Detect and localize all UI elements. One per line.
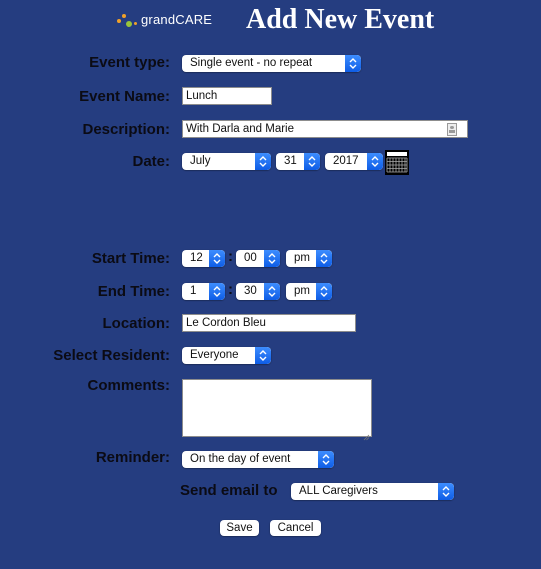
- start-minute-select[interactable]: 00: [236, 250, 280, 267]
- logo-dot: [122, 14, 126, 18]
- reminder-value: On the day of event: [190, 453, 291, 465]
- send-email-select[interactable]: ALL Caregivers: [291, 483, 454, 500]
- year-value: 2017: [333, 155, 359, 167]
- end-ampm-value: pm: [294, 285, 310, 297]
- chevron-updown-icon: [316, 250, 332, 267]
- time-separator: :: [228, 248, 233, 265]
- send-email-label: Send email to: [180, 482, 278, 499]
- logo-text: grandCARE: [141, 12, 212, 27]
- time-separator: :: [228, 281, 233, 298]
- description-input[interactable]: With Darla and Marie: [182, 120, 468, 138]
- resize-handle-icon[interactable]: [363, 428, 370, 441]
- select-resident-label: Select Resident:: [53, 347, 170, 364]
- chevron-updown-icon: [255, 347, 271, 364]
- location-label: Location:: [102, 315, 171, 332]
- comments-textarea[interactable]: [182, 379, 372, 441]
- calendar-icon[interactable]: [385, 150, 409, 175]
- chevron-updown-icon: [316, 283, 332, 300]
- start-ampm-value: pm: [294, 252, 310, 264]
- send-email-value: ALL Caregivers: [299, 485, 378, 497]
- logo-dot: [126, 21, 132, 27]
- save-button[interactable]: Save: [220, 520, 259, 536]
- chevron-updown-icon: [345, 55, 361, 72]
- end-hour-select[interactable]: 1: [182, 283, 225, 300]
- reminder-select[interactable]: On the day of event: [182, 451, 334, 468]
- end-minute-value: 30: [244, 285, 257, 297]
- logo-prefix: grand: [141, 12, 176, 27]
- chevron-updown-icon: [367, 153, 383, 170]
- chevron-updown-icon: [304, 153, 320, 170]
- event-name-label: Event Name:: [79, 88, 170, 105]
- year-select[interactable]: 2017: [325, 153, 383, 170]
- description-value: With Darla and Marie: [186, 123, 295, 135]
- event-type-select[interactable]: Single event - no repeat: [182, 55, 361, 72]
- date-label: Date:: [132, 153, 170, 170]
- logo-dot: [117, 19, 121, 23]
- chevron-updown-icon: [438, 483, 454, 500]
- start-ampm-select[interactable]: pm: [286, 250, 332, 267]
- resident-value: Everyone: [190, 349, 239, 361]
- resident-select[interactable]: Everyone: [182, 347, 271, 364]
- chevron-updown-icon: [209, 250, 225, 267]
- end-time-label: End Time:: [97, 283, 170, 300]
- description-label: Description:: [82, 121, 170, 138]
- chevron-updown-icon: [255, 153, 271, 170]
- chevron-updown-icon: [264, 250, 280, 267]
- day-value: 31: [284, 155, 297, 167]
- event-type-label: Event type:: [89, 54, 170, 71]
- logo-suffix: CARE: [175, 12, 213, 27]
- grandcare-logo: grandCARE: [116, 10, 212, 30]
- chevron-updown-icon: [318, 451, 334, 468]
- contact-card-icon: [447, 123, 457, 136]
- reminder-label: Reminder:: [95, 449, 170, 466]
- month-value: July: [190, 155, 211, 167]
- end-hour-value: 1: [190, 285, 197, 297]
- logo-dot: [134, 22, 137, 25]
- start-time-label: Start Time:: [91, 250, 170, 267]
- event-type-value: Single event - no repeat: [190, 57, 313, 69]
- end-ampm-select[interactable]: pm: [286, 283, 332, 300]
- end-minute-select[interactable]: 30: [236, 283, 280, 300]
- start-minute-value: 00: [244, 252, 257, 264]
- comments-label: Comments:: [87, 377, 170, 394]
- chevron-updown-icon: [209, 283, 225, 300]
- cancel-button[interactable]: Cancel: [270, 520, 321, 536]
- chevron-updown-icon: [264, 283, 280, 300]
- location-input[interactable]: Le Cordon Bleu: [182, 314, 356, 332]
- start-hour-select[interactable]: 12: [182, 250, 225, 267]
- start-hour-value: 12: [190, 252, 203, 264]
- month-select[interactable]: July: [182, 153, 271, 170]
- event-name-input[interactable]: Lunch: [182, 87, 272, 105]
- day-select[interactable]: 31: [276, 153, 320, 170]
- page-title: Add New Event: [246, 4, 435, 35]
